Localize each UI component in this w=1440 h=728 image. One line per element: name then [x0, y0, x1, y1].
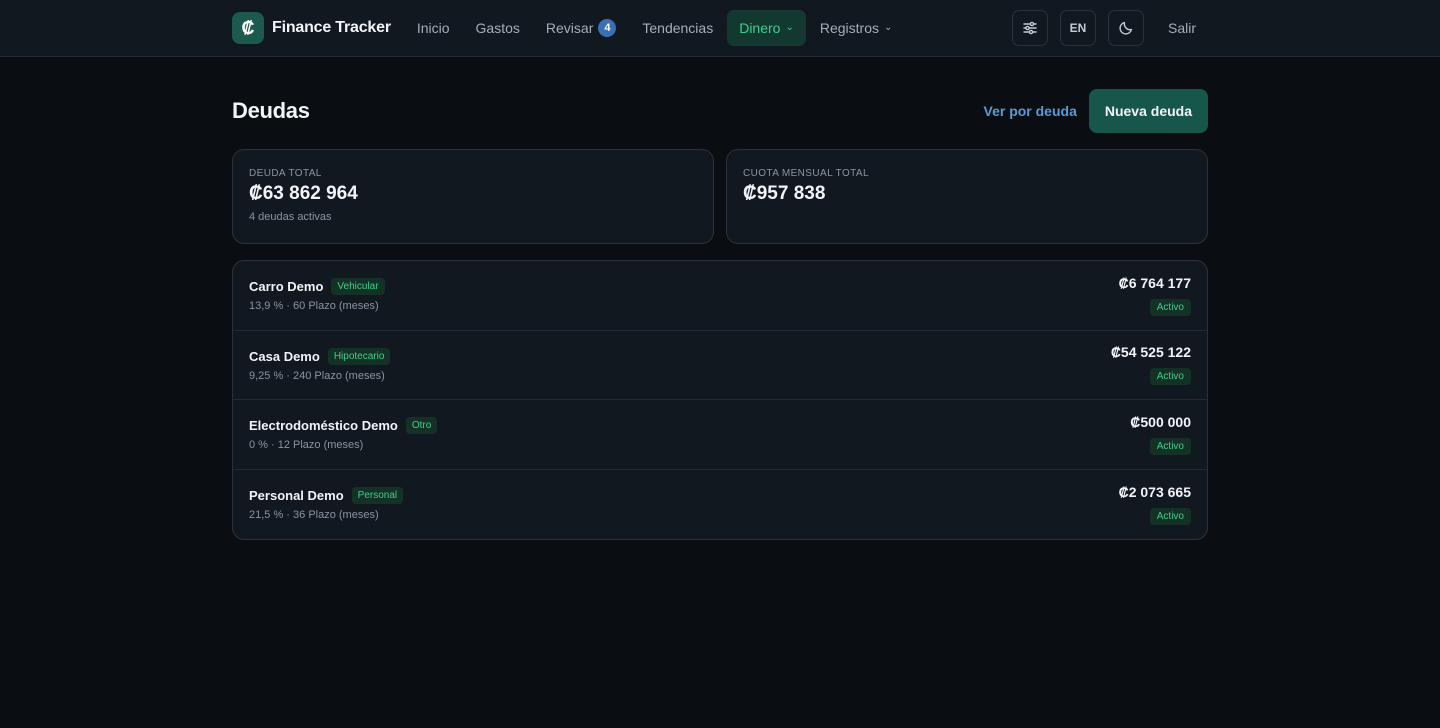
debt-info: Casa Demo Hipotecario 9,25 % · 240 Plazo… [249, 347, 391, 382]
status-badge: Activo [1149, 507, 1191, 525]
sliders-icon [1023, 21, 1037, 35]
debt-type-badge: Otro [405, 417, 438, 435]
list-item[interactable]: Carro Demo Vehicular 13,9 % · 60 Plazo (… [233, 261, 1207, 331]
debt-info: Electrodoméstico Demo Otro 0 % · 12 Plaz… [249, 417, 438, 452]
header-actions: Ver por deuda Nueva deuda [984, 89, 1208, 133]
status-badge: Activo [1149, 368, 1191, 386]
debt-name: Casa Demo [249, 348, 320, 364]
nav-item-tendencias[interactable]: Tendencias [630, 10, 725, 46]
moon-icon [1119, 21, 1133, 35]
debt-name: Carro Demo [249, 279, 324, 295]
debt-meta: 21,5 % · 36 Plazo (meses) [249, 509, 379, 522]
main-content: Deudas Ver por deuda Nueva deuda DEUDA T… [232, 89, 1208, 540]
chevron-down-icon: ⌄ [883, 21, 893, 33]
nav-item-label: Dinero [739, 20, 781, 36]
nav-item-revisar[interactable]: Revisar 4 [534, 10, 628, 46]
monthly-payment-value: ₡957 838 [743, 183, 826, 204]
debt-summary: ₡6 764 177 Activo [1119, 275, 1191, 316]
colon-logo-icon: ₡ [232, 12, 264, 44]
language-button[interactable]: EN [1059, 10, 1096, 46]
main-nav: Inicio Gastos Revisar 4 Tendencias Diner… [405, 10, 905, 46]
list-item[interactable]: Personal Demo Personal 21,5 % · 36 Plazo… [233, 470, 1207, 540]
nav-item-label: Revisar [545, 20, 594, 36]
debt-type-badge: Hipotecario [327, 347, 391, 365]
debt-summary: ₡2 073 665 Activo [1119, 484, 1191, 525]
nav-item-label: Inicio [416, 20, 450, 36]
view-by-debt-link[interactable]: Ver por deuda [984, 103, 1077, 119]
list-item[interactable]: Electrodoméstico Demo Otro 0 % · 12 Plaz… [233, 400, 1207, 470]
debt-amount: ₡6 764 177 [1118, 274, 1191, 291]
debt-name-line: Personal Demo Personal [249, 487, 404, 505]
theme-toggle-button[interactable] [1107, 10, 1144, 46]
nav-item-label: Gastos [475, 20, 520, 36]
nav-item-dinero[interactable]: Dinero ⌄ [727, 10, 806, 46]
debt-meta: 9,25 % · 240 Plazo (meses) [249, 369, 385, 382]
stat-label: DEUDA TOTAL [249, 168, 322, 179]
debt-info: Carro Demo Vehicular 13,9 % · 60 Plazo (… [249, 278, 385, 312]
logout-button[interactable]: Salir [1156, 20, 1208, 36]
debt-amount: ₡500 000 [1130, 413, 1191, 430]
nav-item-registros[interactable]: Registros ⌄ [808, 10, 905, 46]
debt-amount: ₡54 525 122 [1110, 344, 1191, 361]
page-title: Deudas [232, 98, 310, 123]
debt-type-badge: Personal [351, 487, 404, 505]
debt-name-line: Electrodoméstico Demo Otro [249, 417, 438, 435]
debt-list: Carro Demo Vehicular 13,9 % · 60 Plazo (… [232, 260, 1208, 540]
settings-button[interactable] [1011, 10, 1048, 46]
navbar-inner: ₡ Finance Tracker Inicio Gastos Revisar … [232, 0, 1208, 56]
new-debt-button[interactable]: Nueva deuda [1088, 89, 1208, 133]
debt-name: Personal Demo [249, 488, 344, 504]
top-navbar: ₡ Finance Tracker Inicio Gastos Revisar … [0, 0, 1440, 57]
debt-name: Electrodoméstico Demo [249, 418, 398, 434]
status-badge: Activo [1149, 298, 1191, 316]
status-badge: Activo [1149, 437, 1191, 455]
debt-name-line: Carro Demo Vehicular [249, 278, 385, 296]
debt-type-badge: Vehicular [331, 278, 385, 296]
list-item[interactable]: Casa Demo Hipotecario 9,25 % · 240 Plazo… [233, 331, 1207, 400]
stat-label: CUOTA MENSUAL TOTAL [743, 168, 869, 179]
debt-meta: 0 % · 12 Plazo (meses) [249, 439, 364, 452]
debt-summary: ₡500 000 Activo [1130, 414, 1191, 455]
review-count-badge: 4 [598, 19, 617, 37]
debt-meta: 13,9 % · 60 Plazo (meses) [249, 300, 379, 313]
nav-item-label: Registros [819, 20, 879, 36]
brand-name: Finance Tracker [272, 19, 391, 36]
page-header: Deudas Ver por deuda Nueva deuda [232, 89, 1208, 133]
summary-cards: DEUDA TOTAL ₡63 862 964 4 deudas activas… [232, 149, 1208, 244]
nav-item-gastos[interactable]: Gastos [464, 10, 532, 46]
brand[interactable]: ₡ Finance Tracker [232, 12, 391, 44]
total-debt-card: DEUDA TOTAL ₡63 862 964 4 deudas activas [232, 149, 714, 244]
active-debts-count: 4 deudas activas [249, 211, 332, 223]
chevron-down-icon: ⌄ [785, 21, 794, 33]
nav-item-inicio[interactable]: Inicio [405, 10, 462, 46]
debt-name-line: Casa Demo Hipotecario [249, 347, 391, 365]
right-tools: EN Salir [1011, 10, 1208, 46]
debt-amount: ₡2 073 665 [1118, 483, 1191, 500]
total-debt-value: ₡63 862 964 [249, 183, 358, 204]
debt-info: Personal Demo Personal 21,5 % · 36 Plazo… [249, 487, 404, 522]
debt-summary: ₡54 525 122 Activo [1110, 344, 1191, 386]
monthly-payment-card: CUOTA MENSUAL TOTAL ₡957 838 [726, 149, 1208, 244]
nav-item-label: Tendencias [642, 20, 714, 36]
